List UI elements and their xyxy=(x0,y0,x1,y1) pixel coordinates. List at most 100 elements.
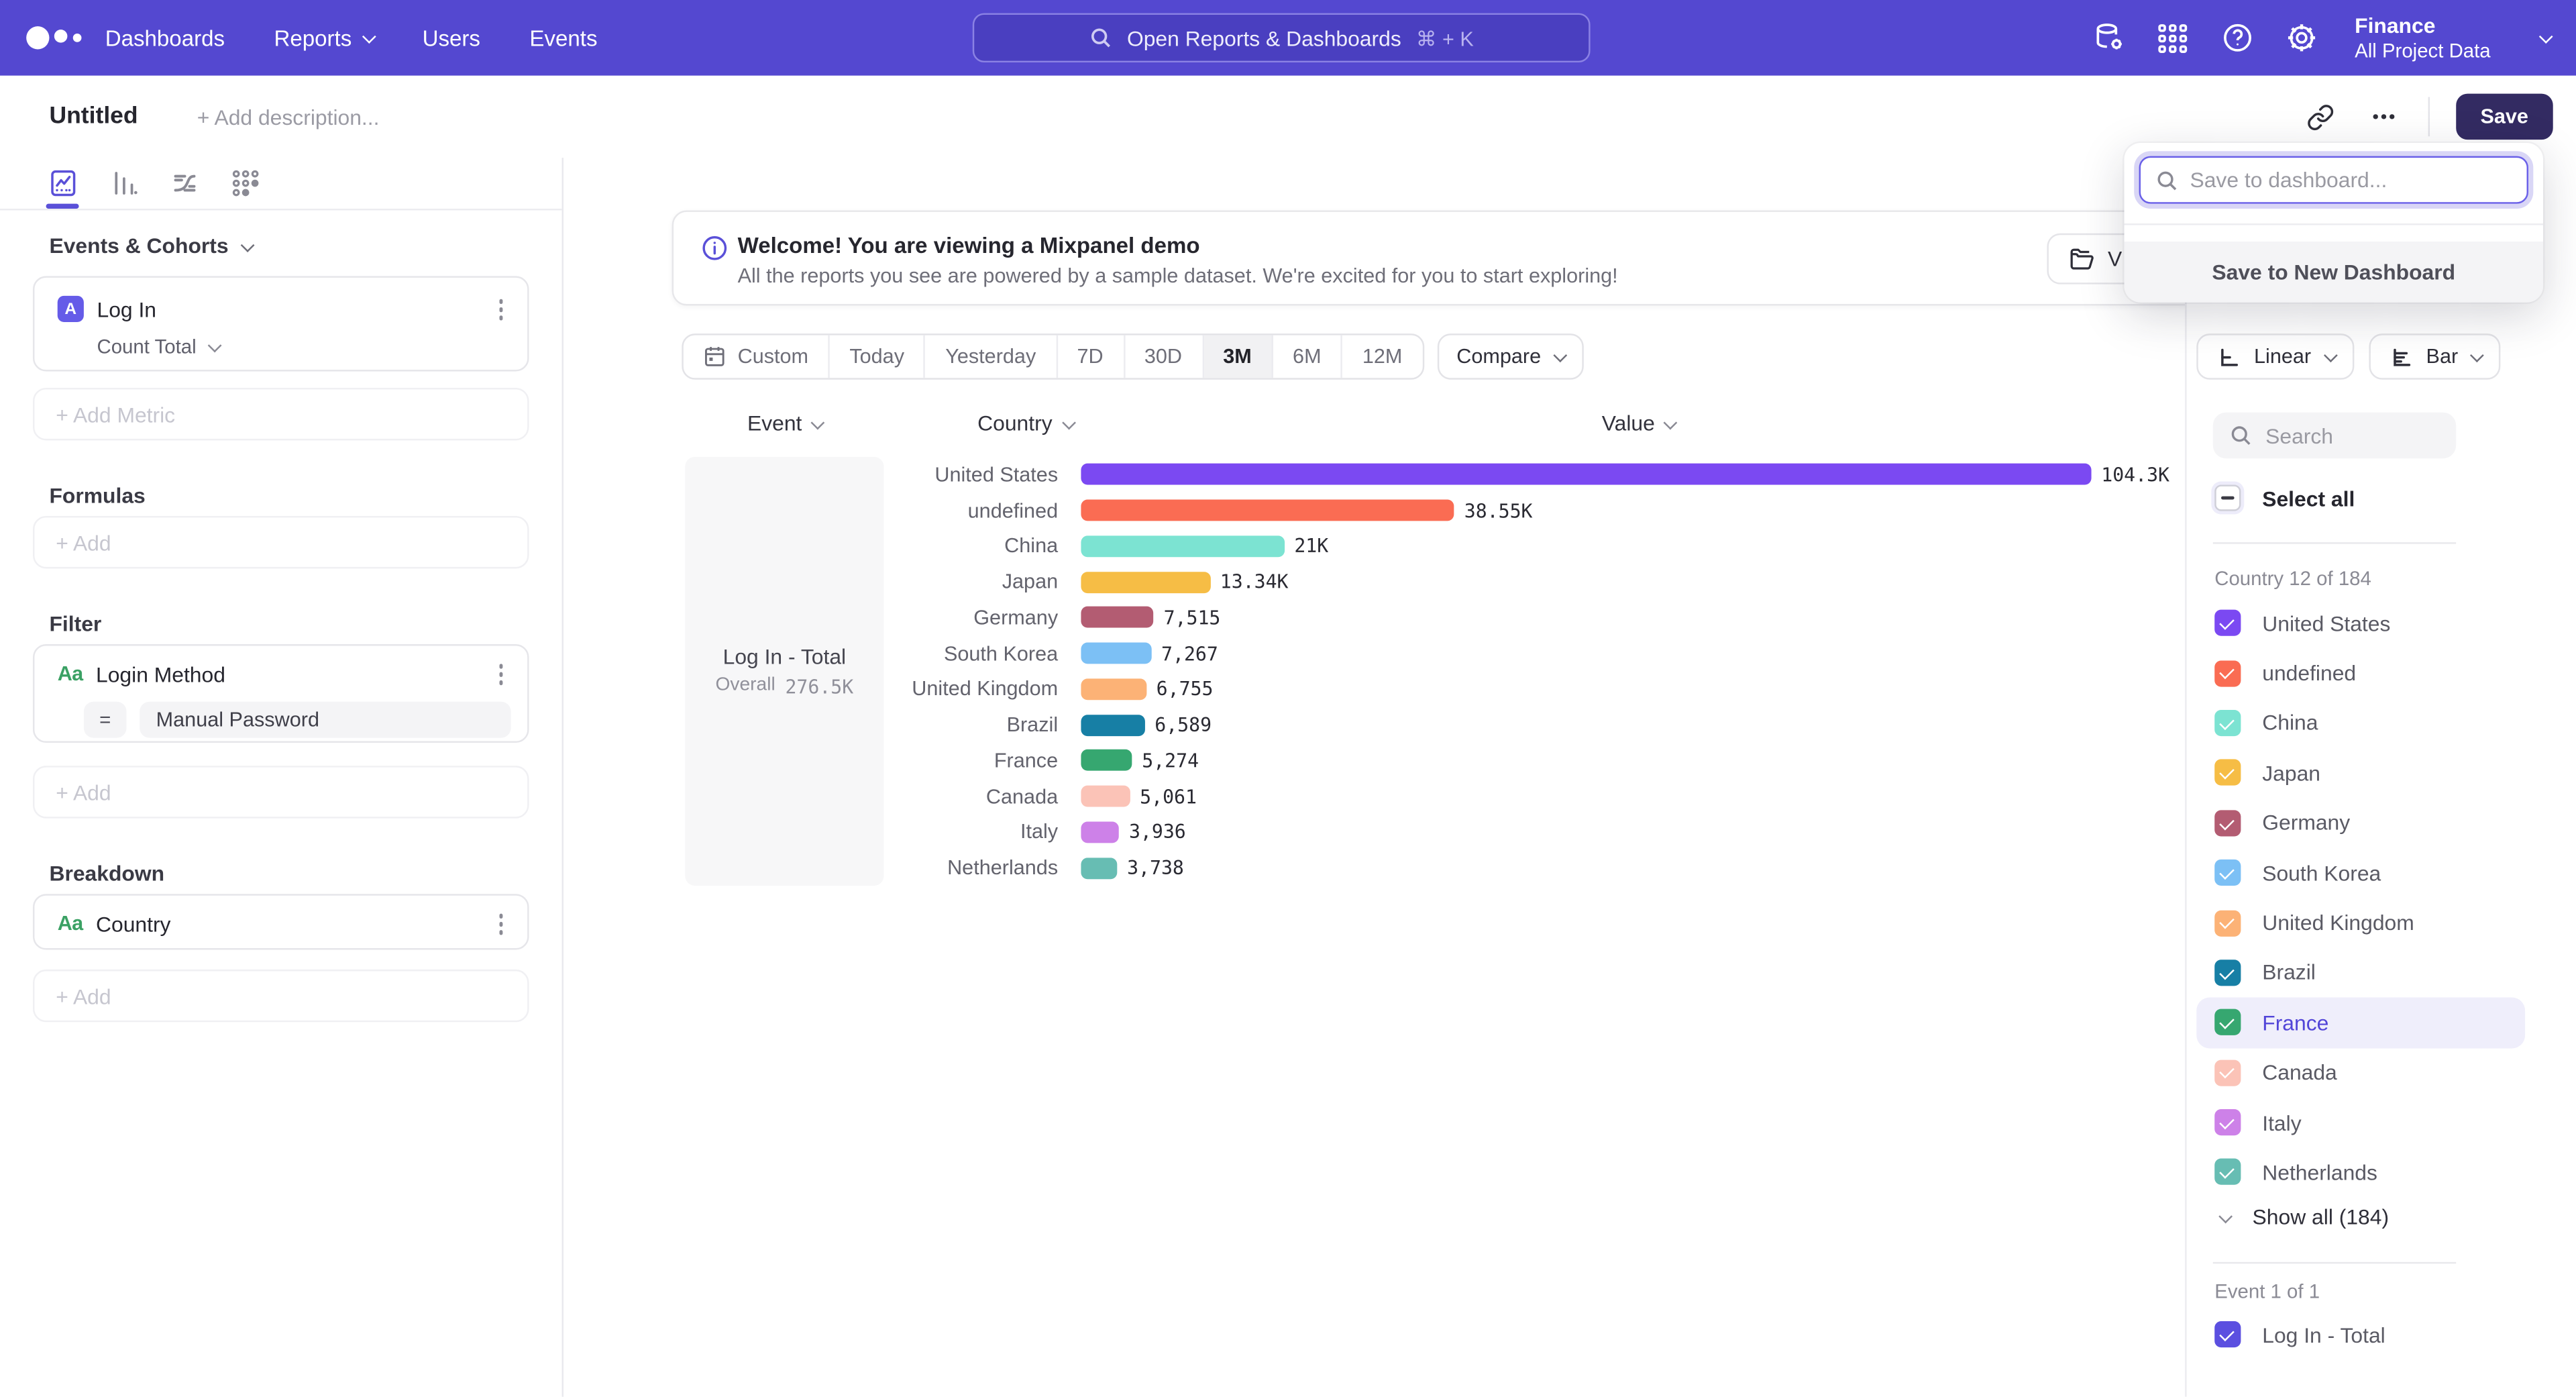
help-icon[interactable] xyxy=(2220,21,2254,55)
save-to-new-dashboard-button[interactable]: Save to New Dashboard xyxy=(2125,242,2543,303)
breakdown-property-name[interactable]: Country xyxy=(96,912,171,937)
data-management-icon[interactable] xyxy=(2092,21,2126,55)
bar-chart-icon xyxy=(2388,344,2413,369)
global-search-button[interactable]: Open Reports & Dashboards ⌘ + K xyxy=(973,13,1591,62)
range-button-7d[interactable]: 7D xyxy=(1057,335,1124,378)
range-button-30d[interactable]: 30D xyxy=(1124,335,1203,378)
mixpanel-logo-icon[interactable] xyxy=(23,23,99,52)
range-button-3m[interactable]: 3M xyxy=(1203,335,1273,378)
compare-button[interactable]: Compare xyxy=(1437,333,1584,380)
copy-link-icon[interactable] xyxy=(2303,99,2339,135)
legend-search-input[interactable]: Search xyxy=(2213,413,2456,459)
country-checkbox-item-germany[interactable]: Germany xyxy=(2196,798,2525,847)
select-all-toggle[interactable]: Select all xyxy=(2214,484,2355,511)
checked-checkbox-icon[interactable] xyxy=(2214,610,2241,636)
country-group-label: Country 12 of 184 xyxy=(2214,567,2371,590)
bar-netherlands[interactable] xyxy=(1081,857,1117,878)
metric-event-name[interactable]: Log In xyxy=(97,297,156,322)
filter-operator-chip[interactable]: = xyxy=(84,701,127,737)
column-header-event[interactable]: Event xyxy=(685,411,883,435)
bar-united-states[interactable] xyxy=(1081,464,2091,486)
kebab-menu-icon[interactable] xyxy=(494,294,508,324)
checked-checkbox-icon[interactable] xyxy=(2214,810,2241,836)
aggregation-dropdown[interactable]: Count Total xyxy=(34,325,527,358)
range-button-custom[interactable]: Custom xyxy=(684,335,830,378)
country-checkbox-item-united-kingdom[interactable]: United Kingdom xyxy=(2196,898,2525,947)
checked-checkbox-icon[interactable] xyxy=(2214,710,2241,736)
scale-dropdown-linear[interactable]: Linear xyxy=(2196,333,2353,380)
more-options-icon[interactable] xyxy=(2365,99,2402,135)
add-breakdown-button[interactable]: + Add xyxy=(33,970,529,1022)
country-label: Germany xyxy=(2262,811,2350,835)
apps-grid-icon[interactable] xyxy=(2156,21,2190,55)
country-checkbox-item-brazil[interactable]: Brazil xyxy=(2196,947,2525,997)
add-filter-button[interactable]: + Add xyxy=(33,766,529,818)
tab-retention[interactable] xyxy=(228,158,261,207)
show-all-toggle[interactable]: Show all (184) xyxy=(2220,1204,2390,1229)
add-metric-button[interactable]: + Add Metric xyxy=(33,388,529,440)
nav-item-events[interactable]: Events xyxy=(529,25,597,50)
checked-checkbox-icon[interactable] xyxy=(2214,910,2241,936)
save-to-dashboard-input[interactable] xyxy=(2190,168,2526,193)
bar-japan[interactable] xyxy=(1081,571,1210,592)
checked-checkbox-icon[interactable] xyxy=(2214,1321,2241,1347)
country-checkbox-item-united-states[interactable]: United States xyxy=(2196,598,2525,648)
range-button-today[interactable]: Today xyxy=(830,335,926,378)
filter-property-name[interactable]: Login Method xyxy=(96,662,225,686)
country-checkbox-item-japan[interactable]: Japan xyxy=(2196,748,2525,798)
checked-checkbox-icon[interactable] xyxy=(2214,1059,2241,1086)
country-checkbox-item-france[interactable]: France xyxy=(2196,998,2525,1047)
filter-card-login-method[interactable]: Aa Login Method = Manual Password xyxy=(33,644,529,743)
country-checkbox-item-undefined[interactable]: undefined xyxy=(2196,648,2525,698)
nav-item-dashboards[interactable]: Dashboards xyxy=(105,25,225,50)
column-header-country[interactable]: Country xyxy=(977,411,1072,435)
settings-gear-icon[interactable] xyxy=(2284,21,2318,55)
range-button-yesterday[interactable]: Yesterday xyxy=(926,335,1057,378)
event-checkbox-item[interactable]: Log In - Total xyxy=(2214,1321,2385,1347)
tab-insights[interactable] xyxy=(46,158,79,207)
kebab-menu-icon[interactable] xyxy=(494,909,508,939)
bar-italy[interactable] xyxy=(1081,821,1119,843)
country-checkbox-item-netherlands[interactable]: Netherlands xyxy=(2196,1147,2525,1197)
range-button-6m[interactable]: 6M xyxy=(1273,335,1343,378)
metric-card-log-in[interactable]: A Log In Count Total xyxy=(33,276,529,371)
country-checkbox-item-italy[interactable]: Italy xyxy=(2196,1098,2525,1147)
bar-germany[interactable] xyxy=(1081,607,1153,629)
report-title[interactable]: Untitled xyxy=(49,103,138,130)
save-to-dashboard-popup: Save to New Dashboard xyxy=(2125,143,2543,303)
checked-checkbox-icon[interactable] xyxy=(2214,660,2241,686)
tab-flows[interactable] xyxy=(168,158,201,207)
column-header-value[interactable]: Value xyxy=(1602,411,1674,435)
chart-type-dropdown-bar[interactable]: Bar xyxy=(2369,333,2501,380)
add-description-field[interactable]: + Add description... xyxy=(197,105,380,130)
checked-checkbox-icon[interactable] xyxy=(2214,960,2241,986)
checked-checkbox-icon[interactable] xyxy=(2214,1109,2241,1135)
checked-checkbox-icon[interactable] xyxy=(2214,760,2241,786)
bar-south-korea[interactable] xyxy=(1081,643,1151,664)
bar-undefined[interactable] xyxy=(1081,500,1454,521)
add-formula-button[interactable]: + Add xyxy=(33,516,529,568)
project-switcher[interactable]: Finance All Project Data xyxy=(2355,13,2491,62)
country-checkbox-item-canada[interactable]: Canada xyxy=(2196,1047,2525,1097)
bar-canada[interactable] xyxy=(1081,786,1130,807)
event-badge-a: A xyxy=(58,296,84,322)
indeterminate-checkbox-icon[interactable] xyxy=(2214,484,2241,511)
breakdown-card-country[interactable]: Aa Country xyxy=(33,894,529,949)
checked-checkbox-icon[interactable] xyxy=(2214,1159,2241,1186)
nav-item-reports[interactable]: Reports xyxy=(274,25,373,50)
checked-checkbox-icon[interactable] xyxy=(2214,860,2241,886)
kebab-menu-icon[interactable] xyxy=(494,659,508,689)
bar-united-kingdom[interactable] xyxy=(1081,678,1146,700)
range-button-12m[interactable]: 12M xyxy=(1342,335,1421,378)
tab-funnels[interactable] xyxy=(107,158,140,207)
country-checkbox-item-south-korea[interactable]: South Korea xyxy=(2196,848,2525,898)
bar-brazil[interactable] xyxy=(1081,714,1144,735)
country-checkbox-item-china[interactable]: China xyxy=(2196,698,2525,747)
nav-item-users[interactable]: Users xyxy=(423,25,480,50)
bar-china[interactable] xyxy=(1081,535,1284,557)
save-button[interactable]: Save xyxy=(2456,94,2553,140)
checked-checkbox-icon[interactable] xyxy=(2214,1009,2241,1035)
events-cohorts-heading[interactable]: Events & Cohorts xyxy=(49,234,251,258)
bar-france[interactable] xyxy=(1081,750,1132,772)
filter-value-chip[interactable]: Manual Password xyxy=(140,701,511,737)
